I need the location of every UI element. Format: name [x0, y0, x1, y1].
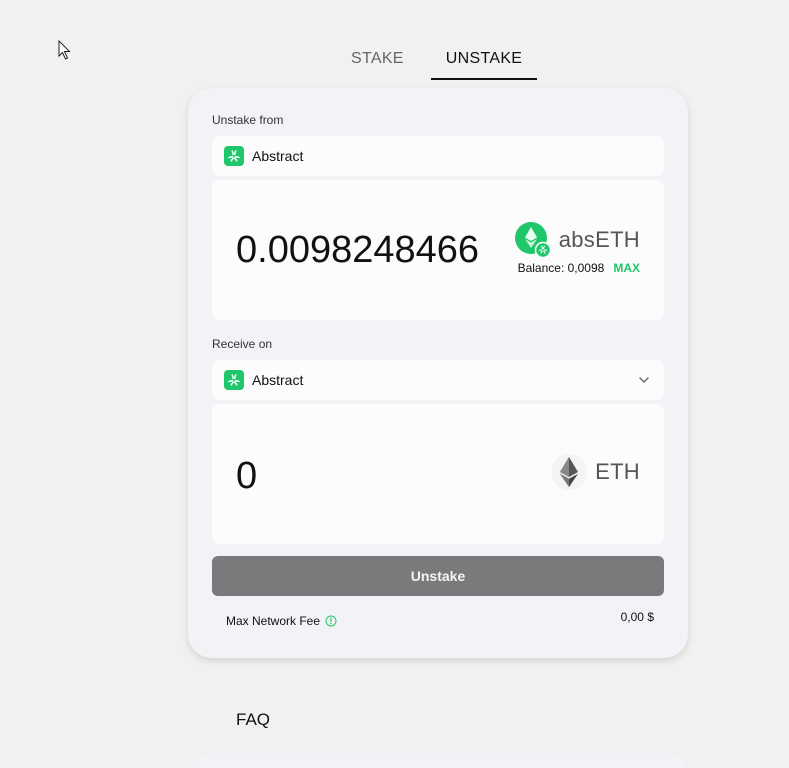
receive-on-label: Receive on: [212, 337, 273, 351]
unstake-from-label: Unstake from: [212, 113, 284, 127]
unstake-card: Unstake from Abstract absETH Bala: [188, 88, 688, 658]
unstake-button[interactable]: Unstake: [212, 556, 664, 596]
mouse-cursor-icon: [58, 40, 71, 60]
receive-amount-output: [236, 454, 480, 498]
chevron-down-icon[interactable]: [638, 374, 650, 386]
unstake-from-network[interactable]: Abstract: [212, 136, 664, 176]
info-icon[interactable]: [325, 615, 337, 627]
balance-row: Balance: 0,0098 MAX: [518, 261, 640, 275]
abseth-token-icon: [514, 222, 551, 259]
abstract-logo-icon: [224, 146, 244, 166]
network-fee-value: 0,00 $: [620, 610, 654, 624]
receive-on-network-select[interactable]: Abstract: [212, 360, 664, 400]
receive-amount-box: ETH: [212, 404, 664, 544]
unstake-amount-box: absETH Balance: 0,0098 MAX: [212, 180, 664, 320]
stake-tabs: STAKE UNSTAKE: [336, 44, 538, 80]
network-fee-label: Max Network Fee: [226, 614, 321, 628]
max-button[interactable]: MAX: [613, 261, 640, 275]
token-name: absETH: [558, 227, 640, 252]
balance-value: Balance: 0,0098: [517, 261, 605, 275]
tab-stake[interactable]: STAKE: [336, 44, 419, 80]
network-name: Abstract: [252, 372, 304, 388]
network-name: Abstract: [252, 148, 304, 164]
faq-title: FAQ: [236, 710, 271, 729]
network-fee-row: Max Network Fee: [226, 614, 337, 628]
faq-card: [188, 754, 688, 768]
eth-token: ETH: [551, 454, 640, 490]
abseth-token: absETH: [514, 222, 640, 259]
unstake-amount-input[interactable]: [236, 228, 480, 272]
tab-unstake[interactable]: UNSTAKE: [430, 44, 538, 80]
token-name: ETH: [595, 459, 640, 484]
eth-diamond-icon: [551, 454, 588, 490]
abstract-logo-icon: [224, 370, 244, 390]
